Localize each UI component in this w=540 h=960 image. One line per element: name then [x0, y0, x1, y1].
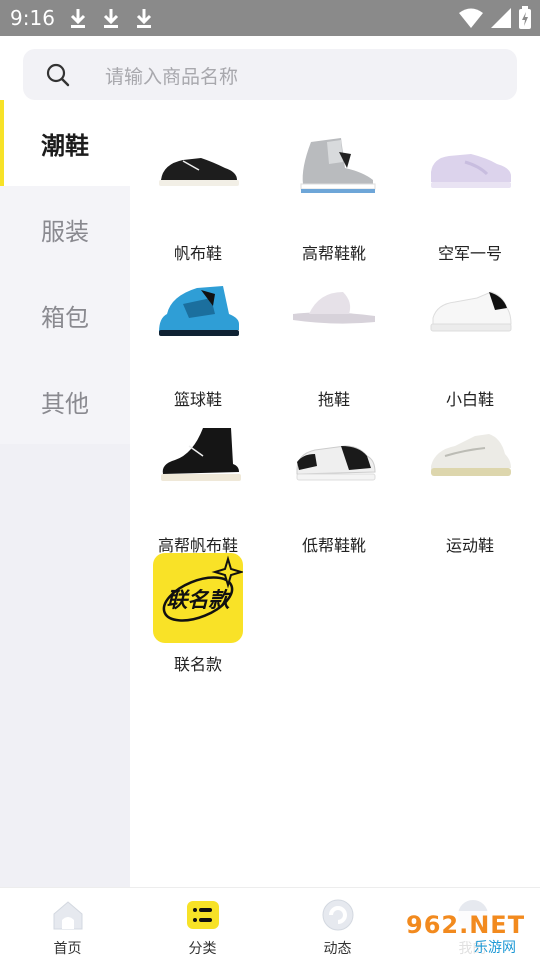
- nav-label: 分类: [188, 941, 217, 957]
- product-name: 小白鞋: [445, 390, 494, 409]
- download-icon: [136, 9, 152, 28]
- search-icon: [46, 63, 70, 87]
- category-sidebar: 潮鞋 服装 箱包 其他: [0, 100, 130, 887]
- nav-home[interactable]: 首页: [0, 888, 135, 960]
- product-name: 空军一号: [437, 244, 502, 263]
- battery-icon: [519, 6, 531, 29]
- white-sneaker-icon: [430, 291, 512, 332]
- product-item[interactable]: 低帮鞋靴: [266, 420, 402, 560]
- sidebar-filler: [0, 444, 130, 887]
- collab-badge-text: 联名款: [166, 588, 230, 612]
- product-name: 帆布鞋: [173, 244, 222, 263]
- feed-icon: [322, 899, 353, 931]
- product-item[interactable]: 空军一号: [402, 128, 538, 268]
- home-icon: [53, 901, 82, 930]
- status-bar: 9:16: [0, 0, 540, 36]
- product-name: 篮球鞋: [173, 390, 222, 409]
- nav-label: 首页: [53, 941, 82, 957]
- low-top-canvas-shoe-icon: [159, 158, 239, 186]
- wifi-icon: [459, 8, 483, 28]
- product-item[interactable]: 运动鞋: [402, 420, 538, 560]
- sidebar-item-qita[interactable]: 其他: [0, 358, 130, 444]
- sidebar-item-xiangbao[interactable]: 箱包: [0, 272, 130, 358]
- signal-icon: [491, 8, 511, 28]
- nav-category[interactable]: 分类: [135, 888, 270, 960]
- download-icon: [70, 9, 86, 28]
- high-top-sneaker-icon: [300, 138, 376, 193]
- search-input[interactable]: 请输入商品名称: [23, 49, 517, 100]
- nav-feed[interactable]: 动态: [270, 888, 405, 960]
- product-item[interactable]: 联名款 联名款: [130, 553, 266, 693]
- product-name: 低帮鞋靴: [301, 536, 366, 555]
- product-name: 联名款: [173, 655, 222, 674]
- sidebar-item-label: 服装: [41, 217, 89, 246]
- product-name: 高帮鞋靴: [301, 244, 366, 263]
- sidebar-item-chaoxie[interactable]: 潮鞋: [0, 100, 130, 186]
- site-watermark: 962.NET 乐游网: [402, 911, 536, 956]
- product-item[interactable]: 高帮鞋靴: [266, 128, 402, 268]
- high-top-canvas-shoe-icon: [161, 428, 241, 481]
- nav-label: 动态: [323, 941, 352, 957]
- download-icon: [103, 9, 119, 28]
- watermark-sub: 乐游网: [474, 940, 516, 956]
- status-time: 9:16: [10, 6, 55, 30]
- sidebar-item-label: 潮鞋: [41, 131, 89, 160]
- sidebar-item-label: 箱包: [41, 303, 89, 332]
- sidebar-item-fuzhuang[interactable]: 服装: [0, 186, 130, 272]
- sidebar-item-label: 其他: [41, 389, 89, 418]
- product-name: 拖鞋: [317, 390, 350, 409]
- product-name: 运动鞋: [445, 536, 494, 555]
- product-item[interactable]: 高帮帆布鞋: [130, 420, 266, 560]
- product-item[interactable]: 拖鞋: [266, 274, 402, 414]
- watermark-text: 962.NET: [406, 911, 526, 939]
- low-top-sneaker-icon: [296, 445, 376, 481]
- slide-slipper-icon: [293, 292, 375, 324]
- air-force-one-shoe-icon: [431, 154, 511, 188]
- search-placeholder: 请输入商品名称: [105, 66, 239, 88]
- basketball-shoe-icon: [159, 286, 239, 336]
- product-item[interactable]: 小白鞋: [402, 274, 538, 414]
- collab-badge-icon: 联名款: [153, 553, 245, 643]
- category-icon: [186, 901, 219, 929]
- product-item[interactable]: 帆布鞋: [130, 128, 266, 268]
- product-item[interactable]: 篮球鞋: [130, 274, 266, 414]
- running-shoe-icon: [431, 434, 511, 476]
